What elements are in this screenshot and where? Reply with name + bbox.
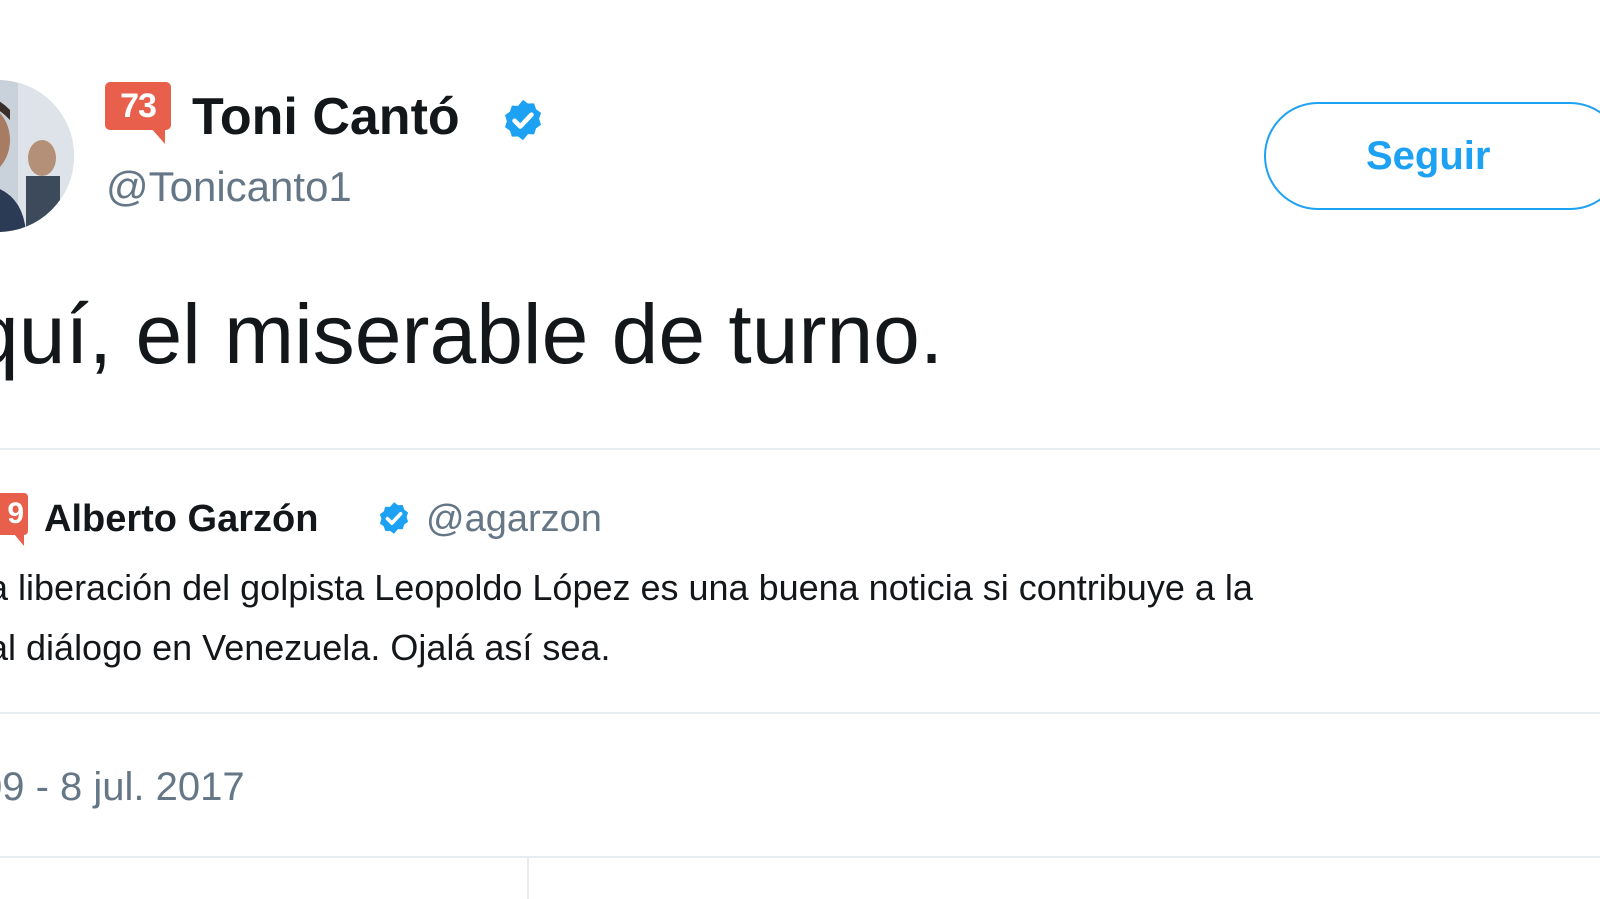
quoted-author-name[interactable]: Alberto Garzón — [44, 496, 318, 542]
author-display-name[interactable]: Toni Cantó — [192, 84, 460, 150]
quoted-tweet-text-line: a liberación del golpista Leopoldo López… — [0, 567, 1253, 608]
quoted-ranking-badge: 9 — [0, 493, 28, 546]
verified-check-icon — [504, 99, 542, 141]
follow-button[interactable]: Seguir — [1264, 102, 1600, 210]
stats-separator — [527, 858, 529, 899]
divider — [0, 448, 1600, 450]
avatar-photo — [0, 80, 74, 232]
divider — [0, 856, 1600, 858]
avatar[interactable] — [0, 80, 74, 232]
tweet-text: quí, el miserable de turno. — [0, 287, 944, 381]
quoted-tweet-text-line: al diálogo en Venezuela. Ojalá así sea. — [0, 627, 611, 668]
divider — [0, 712, 1600, 714]
tweet-timestamp[interactable]: 09 - 8 jul. 2017 — [0, 762, 245, 812]
quoted-tweet-text[interactable]: a liberación del golpista Leopoldo López… — [0, 558, 1600, 678]
author-handle[interactable]: @Tonicanto1 — [106, 160, 352, 214]
quoted-author-handle[interactable]: @agarzon — [426, 496, 602, 542]
verified-check-icon — [379, 502, 409, 534]
ranking-badge: 73 — [105, 82, 171, 144]
